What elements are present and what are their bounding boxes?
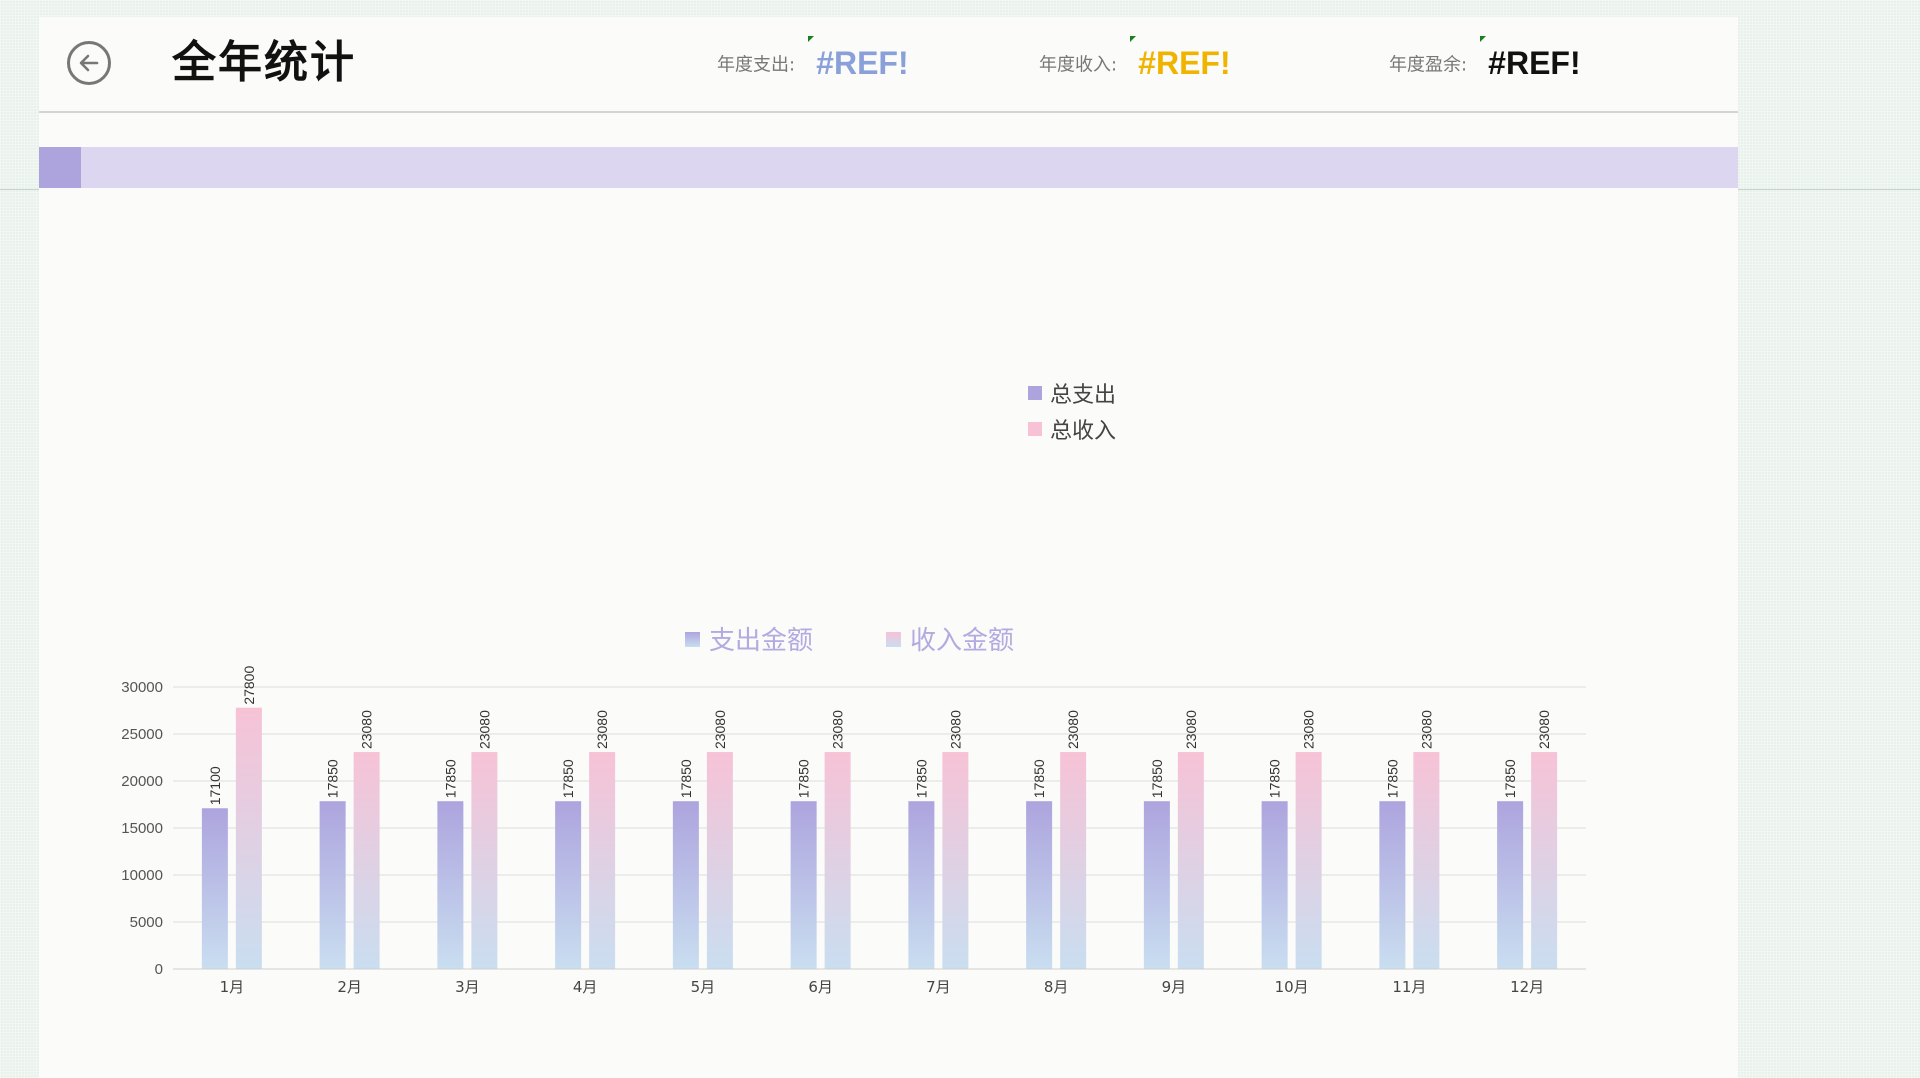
bar-income[interactable] [1413,752,1440,969]
legend-label-expense: 支出金额 [709,626,813,656]
data-label-expense: 17850 [1384,759,1400,798]
bar-expense[interactable] [1497,801,1524,969]
bar-expense[interactable] [1026,801,1053,969]
y-tick-label: 0 [155,961,163,978]
x-tick-label: 9月 [1162,978,1187,996]
data-label-income: 23080 [1183,710,1199,749]
legend-swatch-income [886,632,901,647]
data-label-income: 23080 [712,710,728,749]
data-label-expense: 17850 [1502,759,1518,798]
bar-income[interactable] [1295,752,1322,969]
y-tick-label: 25000 [121,726,163,743]
data-label-expense: 17850 [560,759,576,798]
x-tick-label: 1月 [220,978,245,996]
x-tick-label: 2月 [337,978,362,996]
data-label-expense: 17850 [1267,759,1283,798]
data-label-income: 23080 [1536,710,1552,749]
x-tick-label: 6月 [808,978,833,996]
bar-income[interactable] [706,752,733,969]
bar-income[interactable] [1177,752,1204,969]
data-label-income: 23080 [1418,710,1434,749]
bar-income[interactable] [1531,752,1558,969]
data-label-expense: 17850 [913,759,929,798]
data-label-expense: 17850 [678,759,694,798]
bar-expense[interactable] [1143,801,1170,969]
bar-income[interactable] [1060,752,1087,969]
y-tick-label: 5000 [130,914,163,931]
data-label-expense: 17850 [325,759,341,798]
bar-income[interactable] [471,752,498,969]
data-label-expense: 17850 [442,759,458,798]
x-tick-label: 8月 [1044,978,1069,996]
data-label-income: 23080 [476,710,492,749]
x-tick-label: 4月 [573,978,598,996]
bar-expense[interactable] [437,801,464,969]
data-label-expense: 17850 [1031,759,1047,798]
data-label-income: 27800 [241,666,257,705]
data-label-income: 23080 [947,710,963,749]
data-label-expense: 17100 [207,766,223,805]
dashboard-sheet: 全年统计 年度支出: #REF! 年度收入: #REF! 年度盈余: #REF!… [39,17,1738,1078]
bar-income[interactable] [942,752,969,969]
bar-expense[interactable] [201,808,228,969]
cell-divider-right [1738,189,1920,190]
data-label-expense: 17850 [796,759,812,798]
bar-expense[interactable] [319,801,346,969]
bar-expense[interactable] [790,801,817,969]
bar-income[interactable] [589,752,616,969]
legend-label-income: 收入金额 [910,626,1014,656]
y-tick-label: 30000 [121,679,163,696]
bar-income[interactable] [824,752,851,969]
data-label-income: 23080 [1065,710,1081,749]
x-tick-label: 3月 [455,978,480,996]
x-tick-label: 12月 [1510,978,1544,996]
data-label-income: 23080 [594,710,610,749]
bar-expense[interactable] [672,801,699,969]
x-tick-label: 7月 [926,978,951,996]
x-tick-label: 10月 [1275,978,1309,996]
data-label-income: 23080 [359,710,375,749]
x-tick-label: 5月 [691,978,716,996]
data-label-expense: 17850 [1149,759,1165,798]
data-label-income: 23080 [1301,710,1317,749]
bar-expense[interactable] [555,801,582,969]
cell-divider-left [0,189,39,190]
y-tick-label: 15000 [121,820,163,837]
y-tick-label: 10000 [121,867,163,884]
bar-income[interactable] [353,752,380,969]
bar-income[interactable] [235,707,262,969]
data-label-income: 23080 [830,710,846,749]
bar-expense[interactable] [1261,801,1288,969]
bar-expense[interactable] [908,801,935,969]
x-tick-label: 11月 [1392,978,1426,996]
monthly-bar-chart: 0 5000 10000 15000 20000 25000 30000 17100 27800… [121,626,1586,996]
bar-expense[interactable] [1379,801,1406,969]
legend-swatch-expense [685,632,700,647]
y-tick-label: 20000 [121,773,163,790]
